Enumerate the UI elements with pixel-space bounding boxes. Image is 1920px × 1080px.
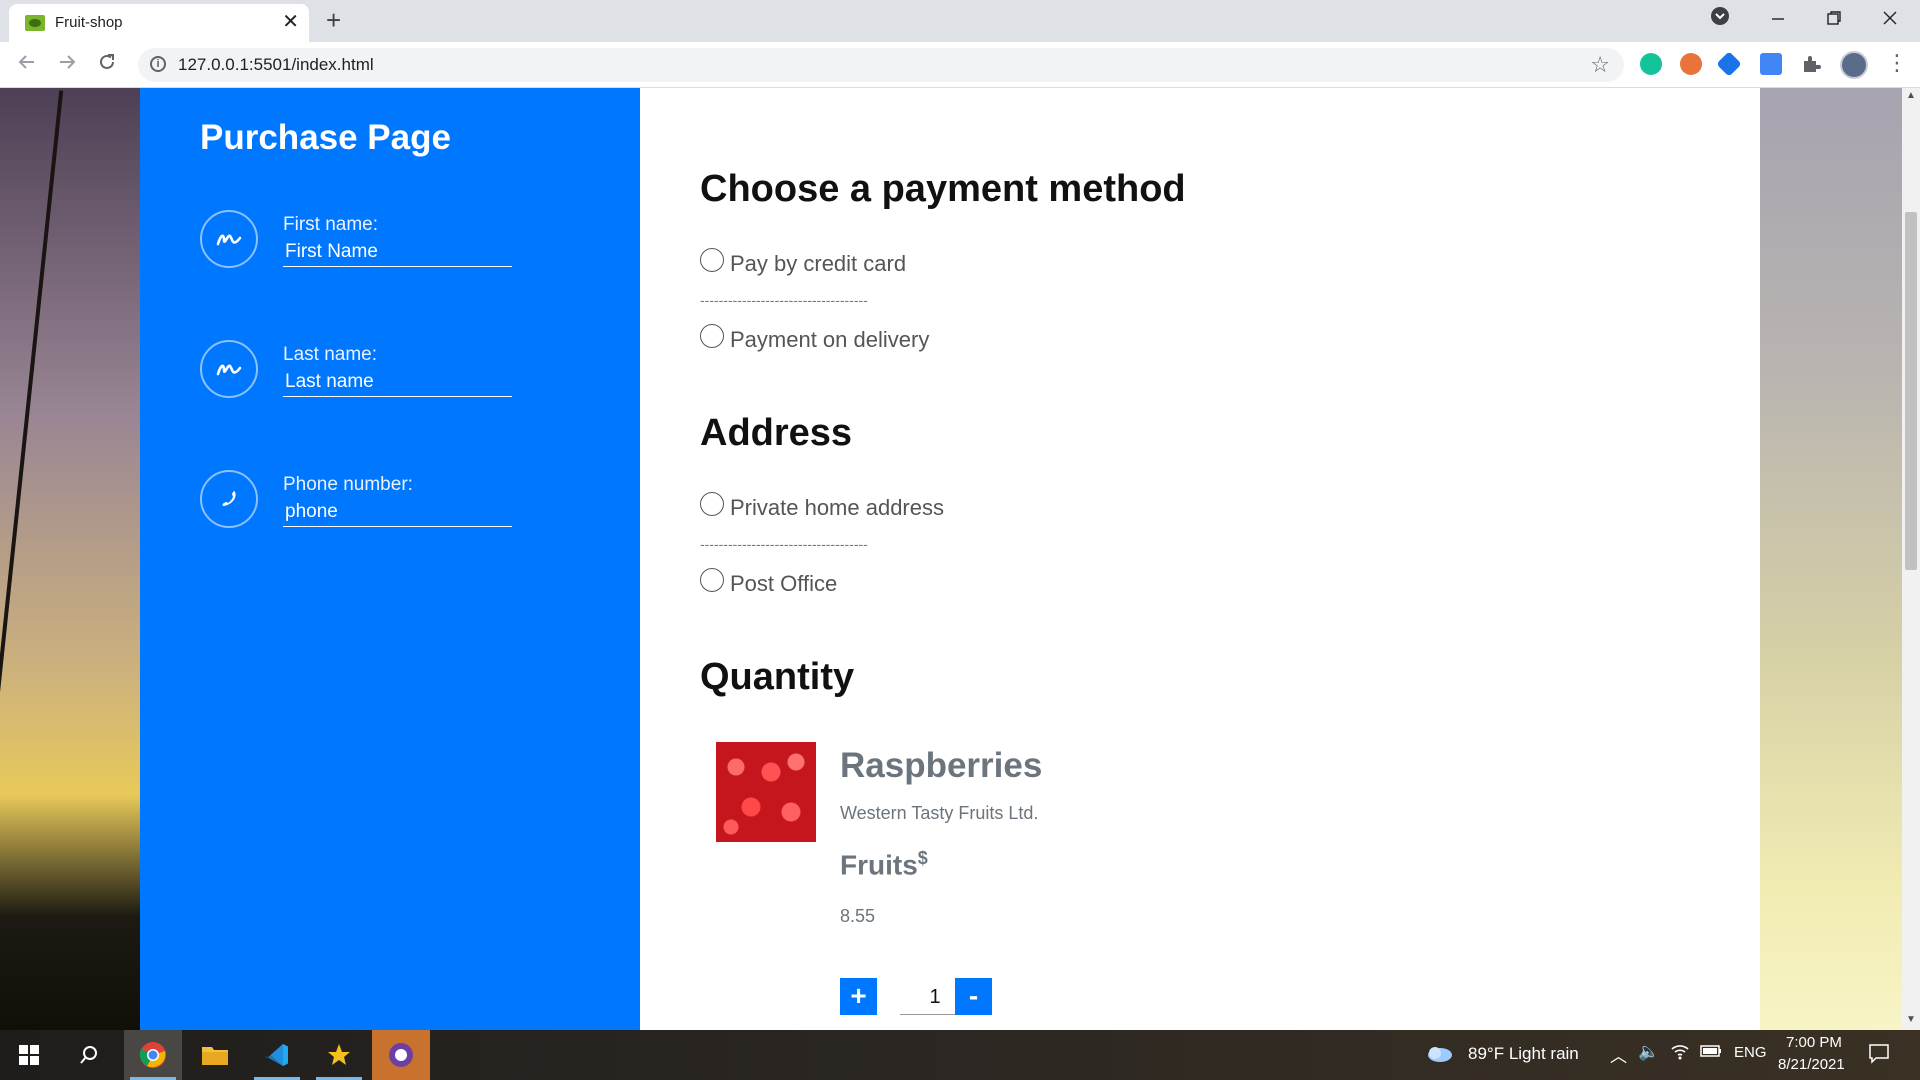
forward-icon[interactable] — [56, 51, 78, 79]
address-bar[interactable]: i 127.0.0.1:5501/index.html ☆ — [138, 48, 1624, 82]
radio-label: Pay by credit card — [730, 251, 907, 276]
first-name-field-group: First name: — [200, 210, 540, 280]
reload-icon[interactable] — [96, 51, 118, 79]
volume-icon[interactable]: 🔈 — [1638, 1042, 1659, 1062]
product-category-text: Fruits — [840, 849, 918, 881]
extensions-puzzle-icon[interactable] — [1800, 53, 1822, 75]
signature-icon — [200, 340, 258, 398]
close-tab-button[interactable]: ✕ — [282, 11, 299, 33]
minimize-icon[interactable] — [1770, 6, 1786, 34]
quantity-heading: Quantity — [700, 656, 855, 698]
cloud-rain-weather-icon[interactable] — [1420, 1030, 1460, 1080]
wifi-icon[interactable] — [1670, 1042, 1690, 1065]
scroll-up-arrow-icon[interactable]: ▲ — [1906, 90, 1916, 101]
close-window-icon[interactable] — [1882, 6, 1898, 34]
page-viewport: Purchase Page First name: Last name: Pho… — [0, 88, 1902, 1030]
background-tree-image — [0, 88, 140, 1030]
phone-label: Phone number: — [283, 474, 413, 495]
phone-icon — [200, 470, 258, 528]
translate-extension-icon[interactable] — [1760, 53, 1782, 75]
vscode-icon[interactable] — [248, 1030, 306, 1080]
back-icon[interactable] — [16, 51, 38, 79]
fruit-favicon-icon — [25, 15, 45, 31]
option-separator: ------------------------------------ — [700, 292, 868, 308]
phone-input[interactable] — [283, 498, 512, 527]
menu-kebab-icon[interactable]: ⋮ — [1886, 50, 1908, 76]
address-heading: Address — [700, 412, 853, 454]
browser-toolbar: i 127.0.0.1:5501/index.html ☆ ⋮ — [0, 42, 1920, 88]
url-text[interactable]: 127.0.0.1:5501/index.html — [178, 55, 374, 75]
scroll-down-arrow-icon[interactable]: ▼ — [1906, 1014, 1916, 1025]
raspberries-product-image — [716, 742, 816, 842]
site-info-icon[interactable]: i — [150, 56, 166, 72]
background-sky-image — [1760, 88, 1902, 1030]
windows-taskbar: 89°F Light rain ︿ 🔈 ENG 7:00 PM 8/21/202… — [0, 1030, 1920, 1080]
github-desktop-icon[interactable] — [372, 1030, 430, 1080]
battery-icon[interactable] — [1700, 1043, 1722, 1063]
currency-symbol: $ — [917, 848, 928, 868]
scrollbar-thumb[interactable] — [1905, 212, 1917, 570]
purchase-main-panel: Choose a payment method Pay by credit ca… — [640, 88, 1760, 1030]
signature-icon — [200, 210, 258, 268]
option-separator: ------------------------------------ — [700, 536, 868, 552]
notifications-icon[interactable] — [1868, 1042, 1890, 1069]
grammarly-extension-icon[interactable] — [1640, 53, 1662, 75]
quantity-increase-button[interactable]: + — [840, 978, 877, 1015]
profile-avatar[interactable] — [1840, 51, 1868, 79]
browser-tab[interactable]: Fruit-shop ✕ — [9, 4, 309, 42]
show-hidden-icons-icon[interactable]: ︿ — [1610, 1042, 1627, 1067]
product-category: Fruits$ — [840, 848, 928, 881]
page-title: Purchase Page — [200, 118, 451, 157]
first-name-input[interactable] — [283, 238, 512, 267]
starred-app-icon[interactable] — [310, 1030, 368, 1080]
extension-icon[interactable] — [1680, 53, 1702, 75]
new-tab-button[interactable]: + — [326, 6, 341, 34]
tab-search-icon[interactable] — [1710, 6, 1730, 34]
product-name: Raspberries — [840, 746, 1043, 785]
search-icon[interactable] — [60, 1030, 118, 1080]
extension-icon[interactable] — [1716, 51, 1742, 77]
quantity-decrease-button[interactable]: - — [955, 978, 992, 1015]
first-name-label: First name: — [283, 214, 379, 235]
radio-button[interactable] — [700, 568, 724, 592]
radio-button[interactable] — [700, 492, 724, 516]
radio-button[interactable] — [700, 248, 724, 272]
phone-field-group: Phone number: — [200, 470, 540, 540]
clock-date[interactable]: 8/21/2021 — [1778, 1056, 1845, 1073]
page-scrollbar[interactable]: ▲ ▼ — [1902, 88, 1920, 1030]
weather-text[interactable]: 89°F Light rain — [1468, 1044, 1579, 1064]
radio-label: Post Office — [730, 571, 838, 596]
radio-label: Payment on delivery — [730, 327, 930, 352]
radio-button[interactable] — [700, 324, 724, 348]
tab-title: Fruit-shop — [55, 14, 123, 31]
file-explorer-icon[interactable] — [186, 1030, 244, 1080]
start-windows-icon[interactable] — [0, 1030, 58, 1080]
last-name-input[interactable] — [283, 368, 512, 397]
restore-icon[interactable] — [1826, 6, 1842, 34]
product-price: 8.55 — [840, 906, 876, 926]
chrome-taskbar-icon[interactable] — [124, 1030, 182, 1080]
language-indicator[interactable]: ENG — [1734, 1044, 1767, 1061]
product-company: Western Tasty Fruits Ltd. — [840, 803, 1039, 823]
clock-time[interactable]: 7:00 PM — [1786, 1034, 1842, 1051]
tab-strip: Fruit-shop ✕ + — [0, 0, 1920, 42]
radio-label: Private home address — [730, 495, 944, 520]
bookmark-star-icon[interactable]: ☆ — [1590, 52, 1610, 78]
last-name-field-group: Last name: — [200, 340, 540, 410]
last-name-label: Last name: — [283, 344, 377, 365]
purchase-sidebar: Purchase Page First name: Last name: Pho… — [140, 88, 640, 1030]
payment-heading: Choose a payment method — [700, 168, 1186, 210]
